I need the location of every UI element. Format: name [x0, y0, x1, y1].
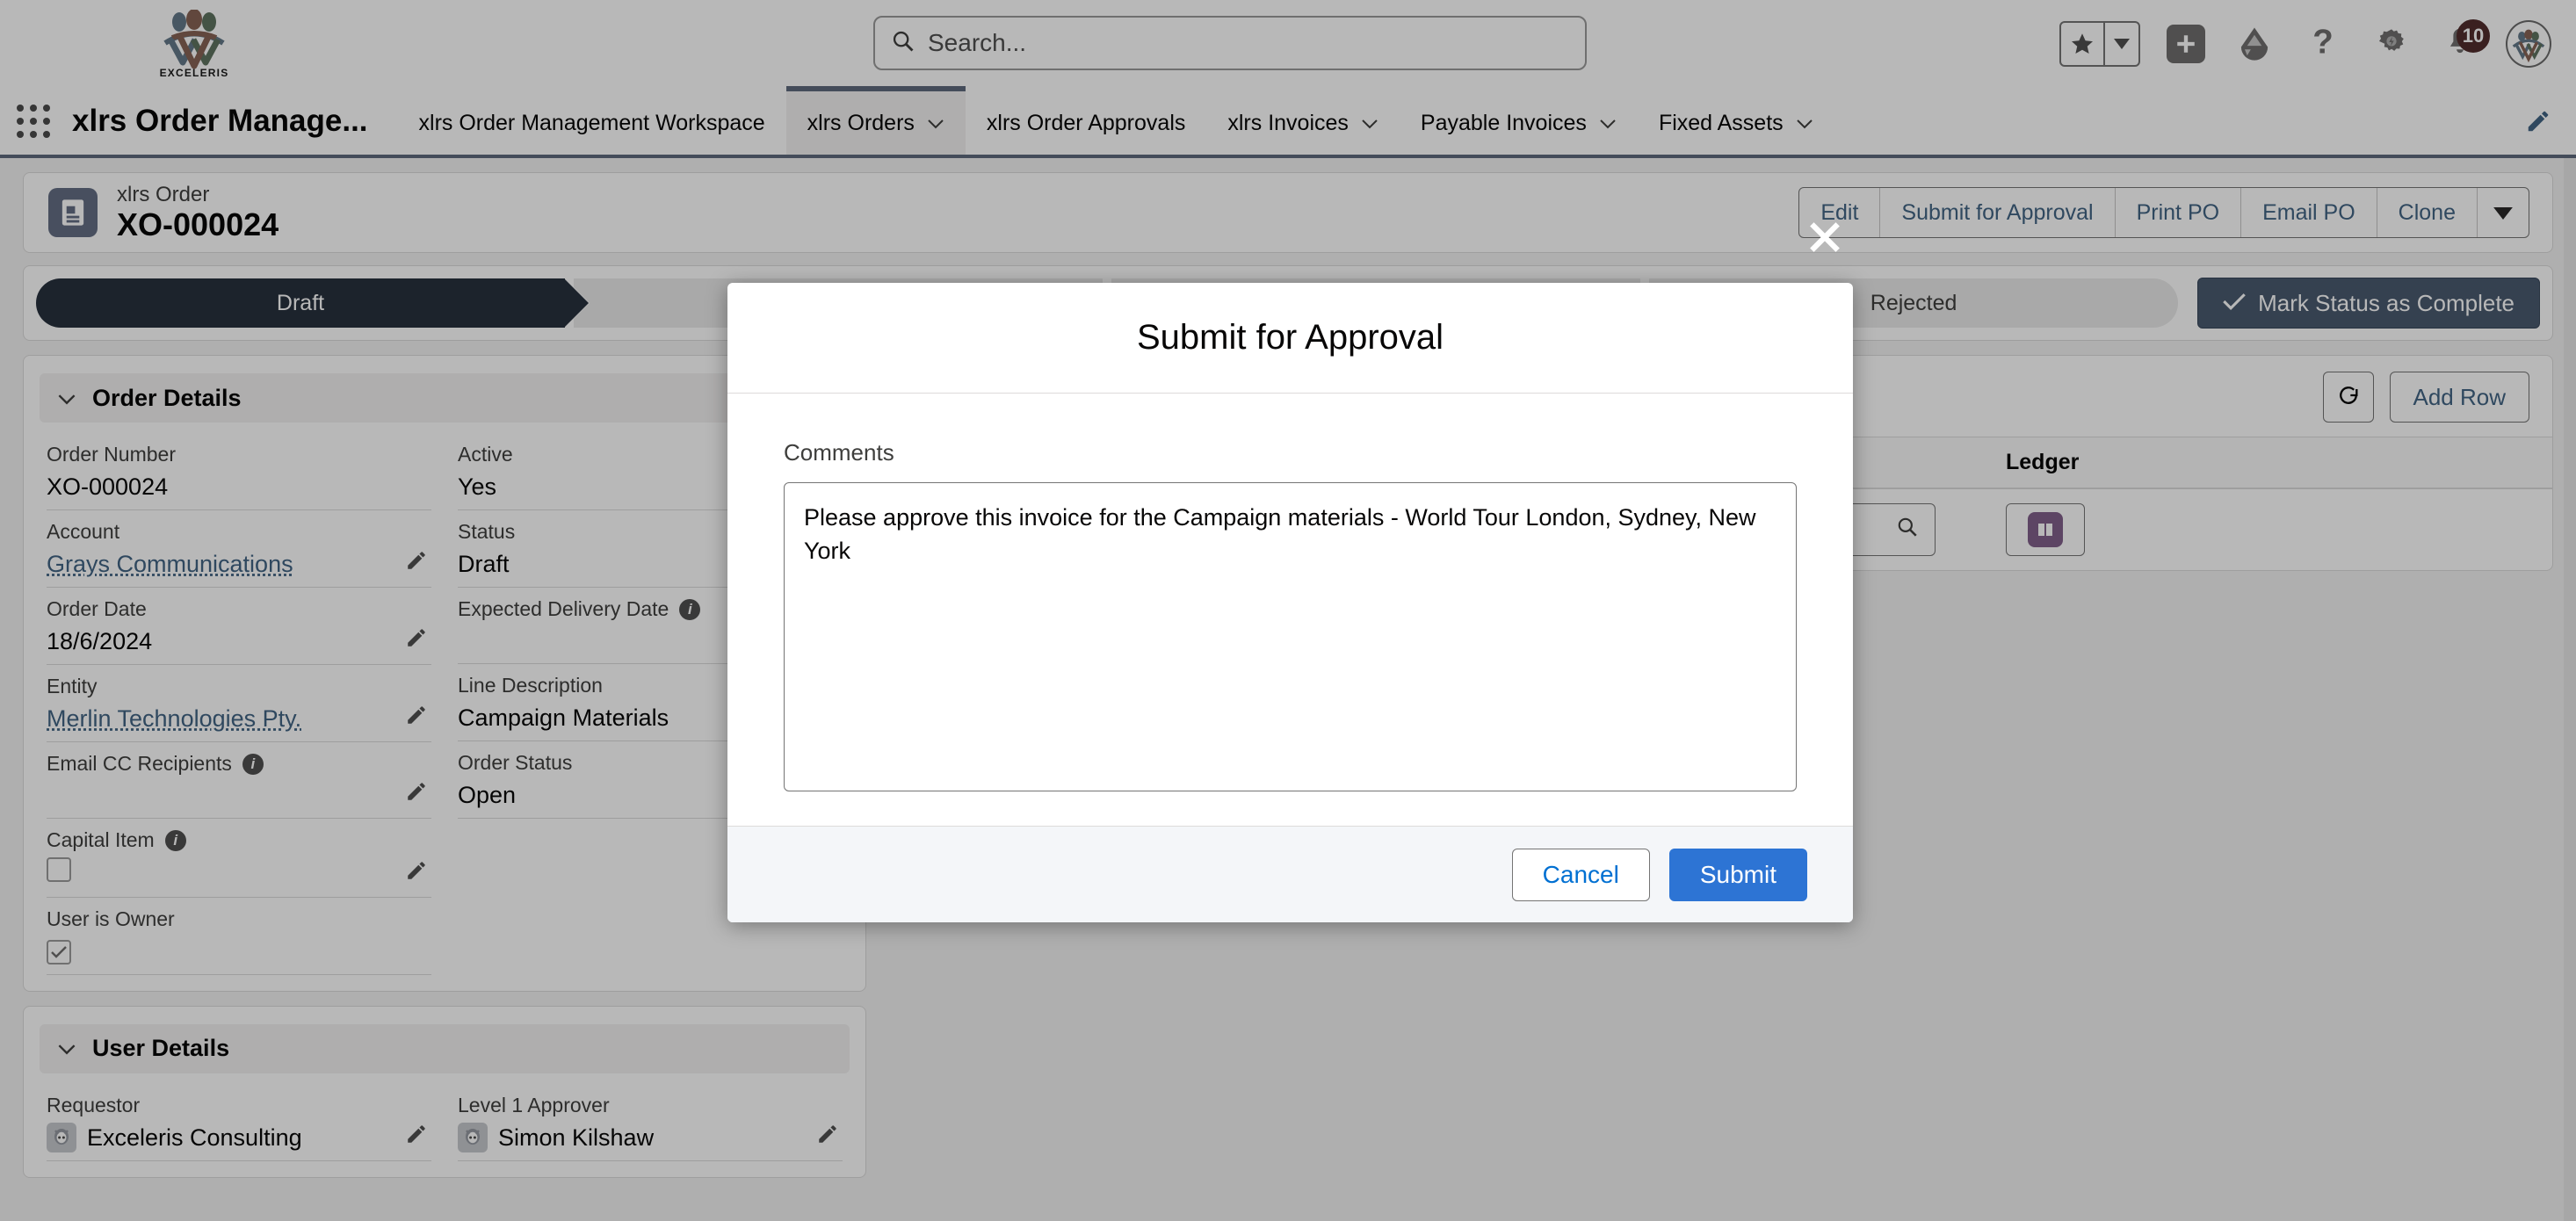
submit-for-approval-modal: Submit for Approval Comments Cancel Subm… [727, 283, 1853, 922]
modal-body: Comments [727, 394, 1853, 826]
submit-button[interactable]: Submit [1669, 849, 1807, 901]
comments-label: Comments [784, 439, 1797, 466]
close-icon[interactable] [1801, 213, 1849, 261]
comments-textarea[interactable] [784, 482, 1797, 791]
cancel-button[interactable]: Cancel [1512, 849, 1650, 901]
modal-footer: Cancel Submit [727, 826, 1853, 922]
modal-title: Submit for Approval [727, 283, 1853, 394]
